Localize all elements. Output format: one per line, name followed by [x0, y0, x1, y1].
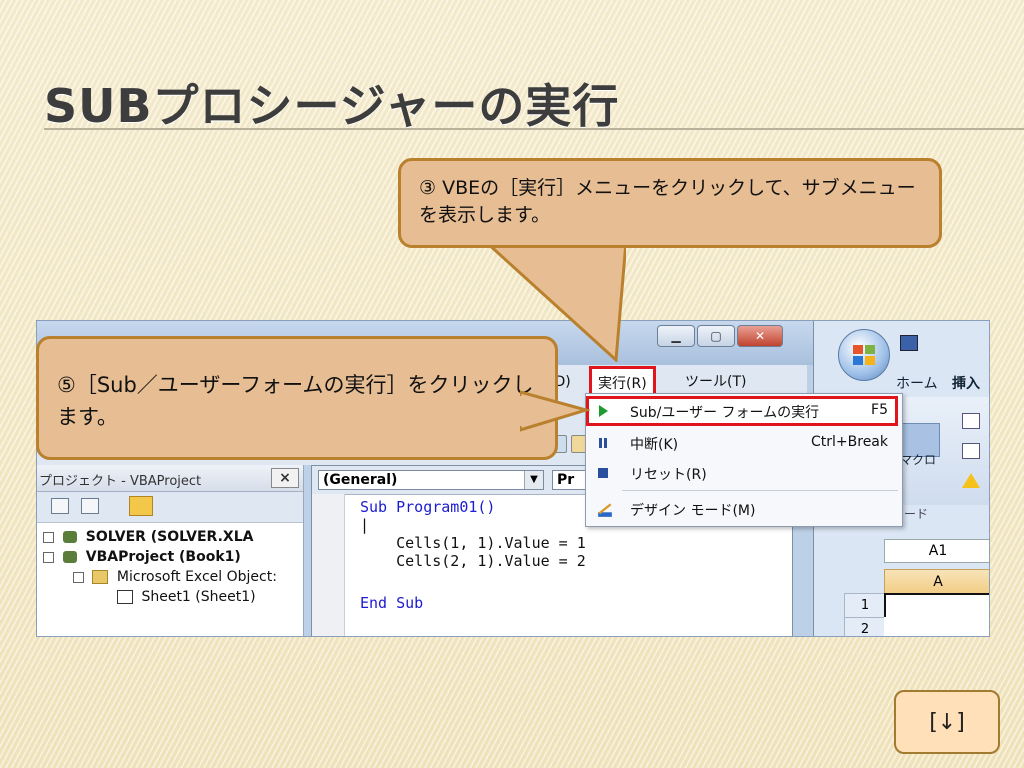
reset-icon: [598, 468, 608, 478]
collapse-icon[interactable]: [43, 551, 54, 563]
view-code-icon[interactable]: [51, 498, 69, 514]
menu-item-break[interactable]: 中断(K) Ctrl+Break: [586, 428, 902, 458]
tree-item[interactable]: Sheet1 (Sheet1): [117, 589, 256, 605]
tree-item-label: VBAProject (Book1): [85, 549, 241, 565]
menu-item-label: 中断(K): [630, 437, 679, 453]
macro-label: マクロ: [900, 453, 937, 467]
ribbon-small-icon[interactable]: [962, 413, 980, 429]
project-explorer-title: プロジェクト - VBAProject: [39, 474, 202, 489]
row-header[interactable]: 2: [844, 617, 886, 636]
cell-a2[interactable]: [884, 617, 989, 636]
tree-item-label: Sheet1 (Sheet1): [141, 589, 256, 605]
tree-item[interactable]: VBAProject (Book1): [43, 549, 241, 565]
project-toolbar: [37, 492, 303, 523]
next-slide-button[interactable]: [↓]: [894, 690, 1000, 754]
vba-project-icon: [62, 551, 77, 563]
menu-separator: [622, 490, 898, 491]
run-icon: [599, 405, 608, 417]
collapse-icon[interactable]: [73, 571, 84, 583]
save-icon[interactable]: [900, 335, 918, 351]
code-line: Cells(2, 1).Value = 2: [360, 552, 586, 570]
tree-item-label: Microsoft Excel Object:: [116, 569, 277, 585]
office-logo-icon: [853, 345, 875, 365]
ribbon-tab-home[interactable]: ホーム: [896, 373, 938, 393]
vba-project-icon: [62, 531, 77, 543]
code-margin: [312, 494, 345, 636]
project-close-button[interactable]: ×: [271, 468, 299, 488]
callout-step5: ⑤［Sub／ユーザーフォームの実行］をクリックします。: [36, 336, 558, 460]
pause-icon: [599, 438, 607, 448]
cell-a1[interactable]: [884, 593, 989, 619]
menu-item-label: Sub/ユーザー フォームの実行: [630, 405, 820, 421]
callout-pointer: [520, 390, 590, 432]
run-menu-dropdown: Sub/ユーザー フォームの実行 F5 中断(K) Ctrl+Break リセッ…: [585, 393, 903, 527]
design-mode-icon: [598, 503, 612, 517]
ribbon-tab-insert[interactable]: 挿入: [952, 373, 980, 393]
name-box[interactable]: A1: [884, 539, 989, 563]
chevron-down-icon[interactable]: ▼: [524, 471, 543, 489]
ribbon-small-icon[interactable]: [962, 443, 980, 459]
close-icon[interactable]: ✕: [737, 325, 783, 347]
project-explorer-header: プロジェクト - VBAProject ×: [37, 465, 303, 492]
menu-item-label: デザイン モード(M): [630, 503, 756, 519]
view-object-icon[interactable]: [81, 498, 99, 514]
column-header[interactable]: A: [884, 569, 989, 595]
ribbon-group-label: ード: [904, 507, 929, 521]
project-explorer: プロジェクト - VBAProject × SOLVER (SOLVER.XLA…: [37, 465, 304, 636]
toggle-folders-icon[interactable]: [129, 496, 153, 516]
menu-item-reset[interactable]: リセット(R): [586, 458, 902, 488]
window-controls: ▁ ▢ ✕: [657, 325, 783, 347]
row-header[interactable]: 1: [844, 593, 886, 619]
menu-item-run-sub[interactable]: Sub/ユーザー フォームの実行 F5: [586, 396, 902, 426]
code-line: Cells(1, 1).Value = 1: [360, 534, 586, 552]
expand-icon[interactable]: [43, 531, 54, 543]
tree-item[interactable]: Microsoft Excel Object:: [73, 569, 277, 585]
procedure-combo-value: Pr: [557, 472, 575, 488]
menu-item-shortcut: Ctrl+Break: [811, 434, 888, 450]
object-combo[interactable]: (General) ▼: [318, 470, 544, 490]
callout-step3: ③ VBEの［実行］メニューをクリックして、サブメニューを表示します。: [398, 158, 942, 248]
menu-tools[interactable]: ツール(T): [685, 371, 746, 391]
office-button[interactable]: [838, 329, 890, 381]
code-line: Sub Program01(): [360, 498, 496, 516]
object-combo-value: (General): [323, 472, 398, 488]
menu-item-shortcut: F5: [871, 402, 888, 418]
warning-icon: [962, 473, 980, 488]
title-divider: [44, 128, 1024, 130]
menu-item-design-mode[interactable]: デザイン モード(M): [586, 494, 902, 524]
code-line: |: [360, 516, 370, 534]
sheet-icon: [117, 590, 133, 604]
tree-item[interactable]: SOLVER (SOLVER.XLA: [43, 529, 253, 545]
tree-item-label: SOLVER (SOLVER.XLA: [85, 529, 254, 545]
maximize-icon[interactable]: ▢: [697, 325, 735, 347]
minimize-icon[interactable]: ▁: [657, 325, 695, 347]
code-line: End Sub: [360, 594, 424, 612]
menu-item-label: リセット(R): [630, 467, 707, 483]
slide-title: SUBプロシージャーの実行: [44, 79, 620, 133]
folder-icon: [92, 570, 109, 584]
